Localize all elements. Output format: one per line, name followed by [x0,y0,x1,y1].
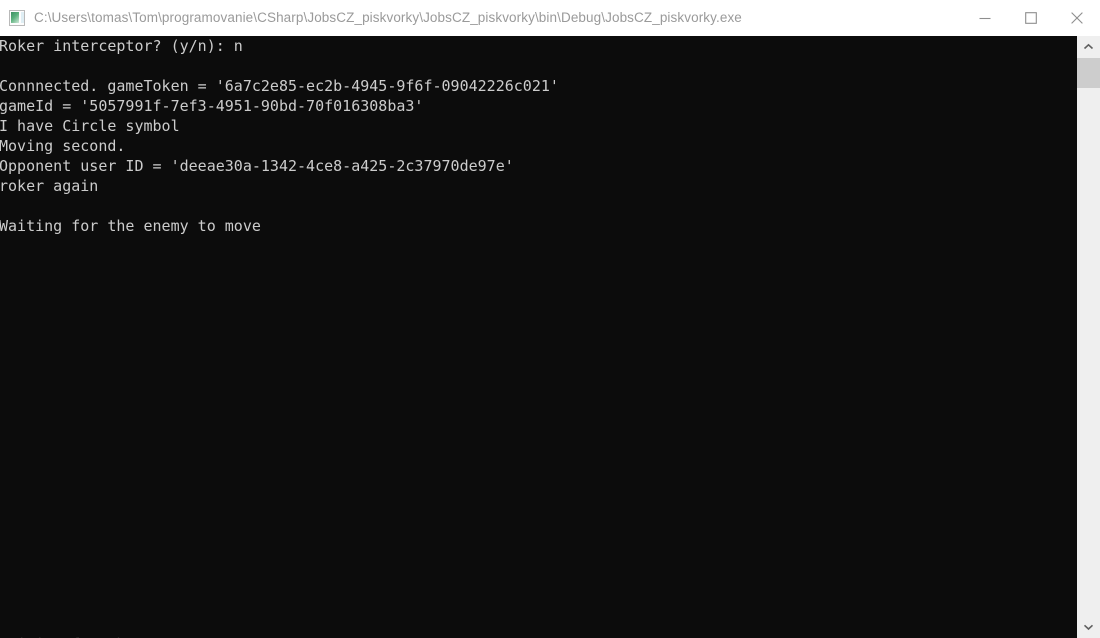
title-bar[interactable]: C:\Users\tomas\Tom\programovanie\CSharp\… [0,0,1100,36]
console-window: C:\Users\tomas\Tom\programovanie\CSharp\… [0,0,1100,638]
console-line: I have Circle symbol [0,117,180,135]
icon-screen [11,12,19,23]
chevron-down-icon [1083,624,1094,631]
console-output-area[interactable]: Roker interceptor? (y/n): n Connnected. g… [0,36,1077,638]
scrollbar-track[interactable] [1077,58,1100,616]
minimize-icon [979,17,991,20]
scrollbar-thumb[interactable] [1077,58,1100,88]
window-controls [962,0,1100,36]
maximize-button[interactable] [1008,0,1054,36]
console-body: Roker interceptor? (y/n): n Connnected. g… [0,36,1100,638]
console-clipped-line: Waiting for the enemy to move [0,634,261,638]
chevron-up-icon [1083,43,1094,50]
window-title: C:\Users\tomas\Tom\programovanie\CSharp\… [34,10,742,25]
console-line: Moving second. [0,137,126,155]
icon-sidebar [21,12,24,23]
maximize-icon [1025,12,1037,24]
console-text: Roker interceptor? (y/n): n Connnected. g… [0,36,559,236]
console-line: Opponent user ID = 'deeae30a-1342-4ce8-a… [0,157,514,175]
console-app-icon [9,10,25,26]
console-line: Connnected. gameToken = '6a7c2e85-ec2b-4… [0,77,559,95]
scroll-down-button[interactable] [1077,616,1100,638]
vertical-scrollbar[interactable] [1077,36,1100,638]
console-line: Waiting for the enemy to move [0,217,261,235]
console-line: gameId = '5057991f-7ef3-4951-90bd-70f016… [0,97,424,115]
close-button[interactable] [1054,0,1100,36]
minimize-button[interactable] [962,0,1008,36]
console-line: roker again [0,177,99,195]
scroll-up-button[interactable] [1077,36,1100,58]
console-line: Roker interceptor? (y/n): n [0,37,243,55]
close-icon [1071,12,1083,24]
